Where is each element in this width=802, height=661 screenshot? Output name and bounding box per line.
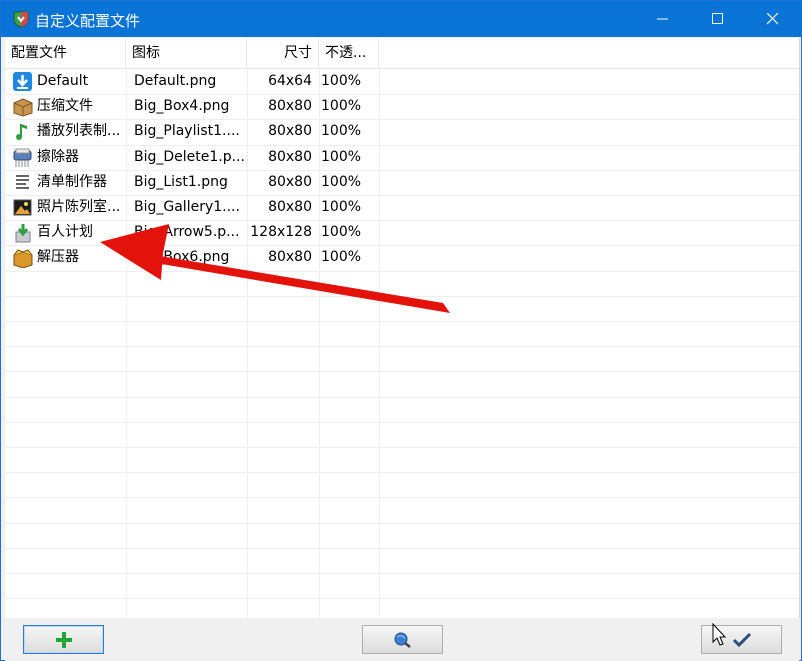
opacity-cell: 100% [321, 173, 362, 190]
table-row[interactable]: 百人计划 Big_Arrow5.p... 128x128 100% [5, 220, 385, 245]
music-note-icon [16, 124, 27, 141]
maximize-button[interactable] [690, 1, 746, 37]
size-cell: 80x80 [268, 173, 312, 190]
profile-list[interactable]: 配置文件 图标 尺寸 不透... Default Default.png 64x64… [5, 38, 800, 618]
table-row[interactable]: 解压器 Big_Box6.png 80x80 100% [5, 245, 385, 270]
grid-line [5, 321, 799, 322]
icon-file-cell: Big_Box6.png [134, 249, 230, 266]
column-header-profile[interactable]: 配置文件 [5, 38, 126, 68]
minimize-button[interactable] [635, 1, 691, 37]
list-icon [16, 174, 29, 189]
size-cell: 80x80 [268, 123, 312, 140]
size-cell: 80x80 [268, 199, 312, 215]
column-header-icon[interactable]: 图标 [126, 38, 247, 68]
box-icon [13, 98, 33, 117]
icon-file-cell: Big_Delete1.p... [134, 148, 245, 165]
grid-line [5, 371, 799, 372]
size-cell: 64x64 [268, 73, 312, 89]
open-box-icon [13, 249, 33, 269]
profile-name-cell: 擦除器 [37, 148, 79, 165]
grid-line [5, 497, 799, 498]
globe-magnifier-icon [394, 632, 411, 648]
bottom-toolbar [5, 618, 799, 661]
opacity-cell: 100% [321, 98, 362, 115]
grid-line [5, 548, 799, 549]
mouse-cursor-icon [712, 623, 727, 646]
column-header-size[interactable]: 尺寸 [247, 38, 319, 68]
down-arrow-box-icon [15, 224, 31, 243]
grid-line [5, 598, 799, 599]
profile-name-cell: 播放列表制... [37, 123, 121, 140]
icon-file-cell: Big_Box4.png [134, 98, 230, 115]
icon-file-cell: Big_Arrow5.p... [134, 224, 240, 241]
grid-line [5, 346, 799, 347]
picture-icon [13, 199, 32, 216]
opacity-cell: 100% [321, 123, 362, 140]
opacity-cell: 100% [321, 224, 362, 241]
size-cell: 80x80 [268, 249, 312, 266]
size-cell: 80x80 [268, 148, 312, 165]
opacity-cell: 100% [321, 148, 362, 165]
grid-line [5, 271, 799, 272]
size-cell: 80x80 [268, 98, 312, 115]
icon-file-cell: Default.png [134, 73, 217, 89]
download-arrow-icon [13, 72, 32, 91]
table-row[interactable]: 清单制作器 Big_List1.png 80x80 100% [5, 170, 385, 195]
app-shield-icon [13, 11, 29, 28]
close-icon [767, 13, 779, 25]
grid-line [5, 447, 799, 448]
checkmark-icon [732, 632, 751, 647]
window-title: 自定义配置文件 [35, 12, 141, 30]
column-header-opacity[interactable]: 不透... [319, 38, 379, 68]
profile-name-cell: 百人计划 [37, 224, 93, 241]
table-row[interactable]: 压缩文件 Big_Box4.png 80x80 100% [5, 94, 385, 119]
icon-file-cell: Big_Gallery1.... [134, 199, 240, 215]
opacity-cell: 100% [321, 73, 362, 89]
title-bar[interactable]: 自定义配置文件 [1, 1, 801, 37]
minimize-icon [657, 18, 668, 20]
grid-line [5, 397, 799, 398]
icon-file-cell: Big_List1.png [134, 173, 228, 190]
dialog-window: 自定义配置文件 配置文件 图标 尺寸 不透... Default Default.… [0, 0, 802, 661]
profile-name-cell: 清单制作器 [37, 173, 107, 190]
preview-button[interactable] [362, 625, 443, 654]
profile-name-cell: Default [37, 73, 89, 89]
grid-line [5, 472, 799, 473]
table-row[interactable]: 播放列表制... Big_Playlist1.... 80x80 100% [5, 119, 385, 144]
shredder-icon [13, 148, 32, 167]
size-cell: 128x128 [250, 224, 312, 241]
close-button[interactable] [745, 1, 801, 37]
table-row[interactable]: 擦除器 Big_Delete1.p... 80x80 100% [5, 145, 385, 170]
opacity-cell: 100% [321, 199, 362, 215]
icon-file-cell: Big_Playlist1.... [134, 123, 240, 140]
profile-name-cell: 压缩文件 [37, 98, 93, 115]
grid-line [5, 422, 799, 423]
plus-icon [55, 631, 72, 648]
grid-line [5, 523, 799, 524]
list-header: 配置文件 图标 尺寸 不透... [5, 38, 799, 69]
opacity-cell: 100% [321, 249, 362, 266]
maximize-icon [712, 13, 723, 24]
profile-name-cell: 照片陈列室... [37, 199, 121, 215]
grid-line [5, 573, 799, 574]
table-row[interactable]: 照片陈列室... Big_Gallery1.... 80x80 100% [5, 195, 385, 220]
add-button[interactable] [23, 625, 104, 654]
profile-name-cell: 解压器 [37, 249, 79, 266]
table-row[interactable]: Default Default.png 64x64 100% [5, 69, 385, 94]
grid-line [5, 296, 799, 297]
